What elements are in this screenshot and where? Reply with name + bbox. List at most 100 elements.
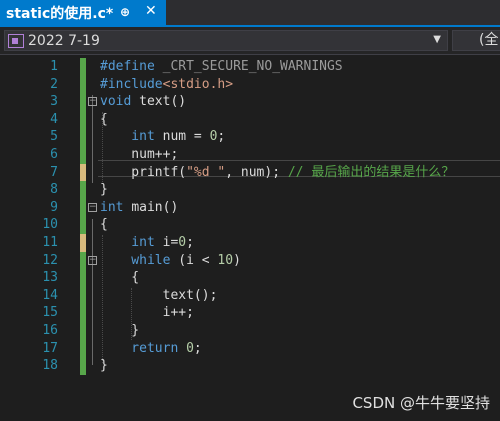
code-token: 10 [217, 252, 234, 268]
collapse-icon[interactable]: − [88, 202, 97, 212]
code-token: text [139, 94, 171, 110]
code-line[interactable]: 13 { [0, 269, 500, 287]
code-text: text(); [100, 287, 218, 305]
code-text: #include<stdio.h> [100, 76, 233, 94]
project-dropdown[interactable]: 2022 7-19 ▼ [4, 30, 448, 51]
code-token: () [162, 199, 179, 215]
line-number: 6 [50, 147, 58, 162]
code-token: } [100, 182, 108, 198]
code-token: ; [217, 129, 226, 145]
code-token: () [170, 94, 187, 110]
code-text: { [100, 216, 108, 234]
code-token: int [100, 235, 163, 250]
change-marker [80, 304, 86, 322]
code-token: #define [100, 59, 163, 74]
line-number: 18 [42, 358, 58, 374]
code-line[interactable]: 9 − int main() [0, 198, 500, 217]
line-number: 7 [50, 164, 58, 180]
code-editor[interactable]: CSDN @牛牛要坚持 1 #define _CRT_SECURE_NO_WARN… [0, 55, 500, 421]
change-marker [80, 198, 86, 217]
line-number: 16 [42, 323, 58, 338]
line-number: 4 [50, 111, 58, 127]
code-line[interactable]: 5 int num = 0; [0, 128, 500, 146]
code-line[interactable]: 6 num++; [0, 146, 500, 164]
code-token: ) [233, 252, 241, 268]
change-marker [80, 234, 86, 252]
code-token: i= [162, 235, 179, 250]
tab-active-file[interactable]: static的使用.c* ⊕ ✕ [0, 0, 166, 25]
code-text: } [100, 322, 139, 340]
line-number: 8 [50, 182, 58, 198]
tab-title: static的使用.c* [6, 5, 114, 22]
code-text: while (i < 10) [100, 252, 241, 270]
code-line[interactable]: 11 int i=0; [0, 234, 500, 252]
code-line[interactable]: 1 #define _CRT_SECURE_NO_WARNINGS [0, 58, 500, 76]
code-token: { [100, 270, 140, 286]
code-line[interactable]: 2 #include<stdio.h> [0, 75, 500, 94]
project-label: 2022 7-19 [28, 32, 100, 49]
code-token: int [100, 199, 132, 215]
code-token: printf( [100, 164, 187, 180]
line-number: 3 [50, 94, 58, 110]
tab-strip: static的使用.c* ⊕ ✕ [0, 0, 500, 27]
code-token: (i < [178, 252, 218, 268]
code-token: ; [193, 340, 202, 356]
code-text: } [100, 181, 108, 199]
line-number: 1 [50, 59, 58, 74]
code-token: text(); [100, 287, 218, 303]
code-line[interactable]: 16 } [0, 322, 500, 340]
collapse-icon[interactable]: − [88, 97, 97, 107]
code-token: while [100, 252, 179, 268]
code-text: printf("%d ", num); // 最后输出的结果是什么？ [100, 164, 454, 182]
change-marker [80, 251, 86, 270]
watermark: CSDN @牛牛要坚持 [352, 394, 490, 412]
scope-dropdown[interactable]: (全 [452, 30, 500, 51]
code-token: // 最后输出的结果是什么？ [287, 164, 455, 180]
code-token: { [100, 111, 108, 127]
change-marker [80, 216, 86, 234]
collapse-icon[interactable]: − [88, 255, 97, 265]
code-line[interactable]: 4{ [0, 110, 500, 129]
code-token: { [100, 217, 108, 233]
close-icon[interactable]: ✕ [145, 3, 157, 19]
change-marker [80, 75, 86, 94]
code-token: #include [100, 76, 163, 92]
change-marker [80, 339, 86, 358]
line-number: 17 [42, 340, 58, 356]
code-token: , num); [225, 164, 288, 180]
change-marker [80, 146, 86, 164]
line-number: 10 [42, 217, 58, 233]
code-line[interactable]: 17 return 0; [0, 339, 500, 358]
code-line[interactable]: 3 − void text() [0, 93, 500, 111]
code-line[interactable]: 12 − while (i < 10) [0, 251, 500, 270]
change-marker [80, 163, 86, 182]
change-marker [80, 93, 86, 111]
pin-icon[interactable]: ⊕ [120, 5, 130, 19]
line-number: 15 [42, 305, 58, 321]
code-line[interactable]: 7 printf("%d ", num); // 最后输出的结果是什么？ [0, 163, 500, 182]
code-token: void [100, 94, 140, 110]
line-number: 5 [50, 129, 58, 145]
code-line[interactable]: 15 i++; [0, 304, 500, 322]
change-marker [80, 181, 86, 199]
change-marker [80, 58, 86, 76]
code-token: num++; [100, 147, 179, 162]
code-token: = [186, 129, 210, 145]
code-line[interactable]: 8} [0, 181, 500, 199]
code-text: int num = 0; [100, 128, 225, 146]
code-line[interactable]: 10 { [0, 216, 500, 234]
change-marker [80, 286, 86, 305]
code-token: int [100, 129, 163, 145]
code-token: 0 [186, 340, 194, 356]
code-text: } [100, 357, 108, 375]
chevron-down-icon[interactable]: ▼ [433, 34, 441, 45]
code-line[interactable]: 14 text(); [0, 286, 500, 305]
code-text: i++; [100, 304, 194, 322]
code-token: <stdio.h> [162, 76, 234, 92]
code-text: { [100, 269, 139, 287]
code-text: return 0; [100, 340, 202, 358]
change-marker [80, 322, 86, 340]
code-token: return [100, 340, 187, 356]
line-number: 11 [42, 235, 58, 250]
code-line[interactable]: 18} [0, 357, 500, 375]
